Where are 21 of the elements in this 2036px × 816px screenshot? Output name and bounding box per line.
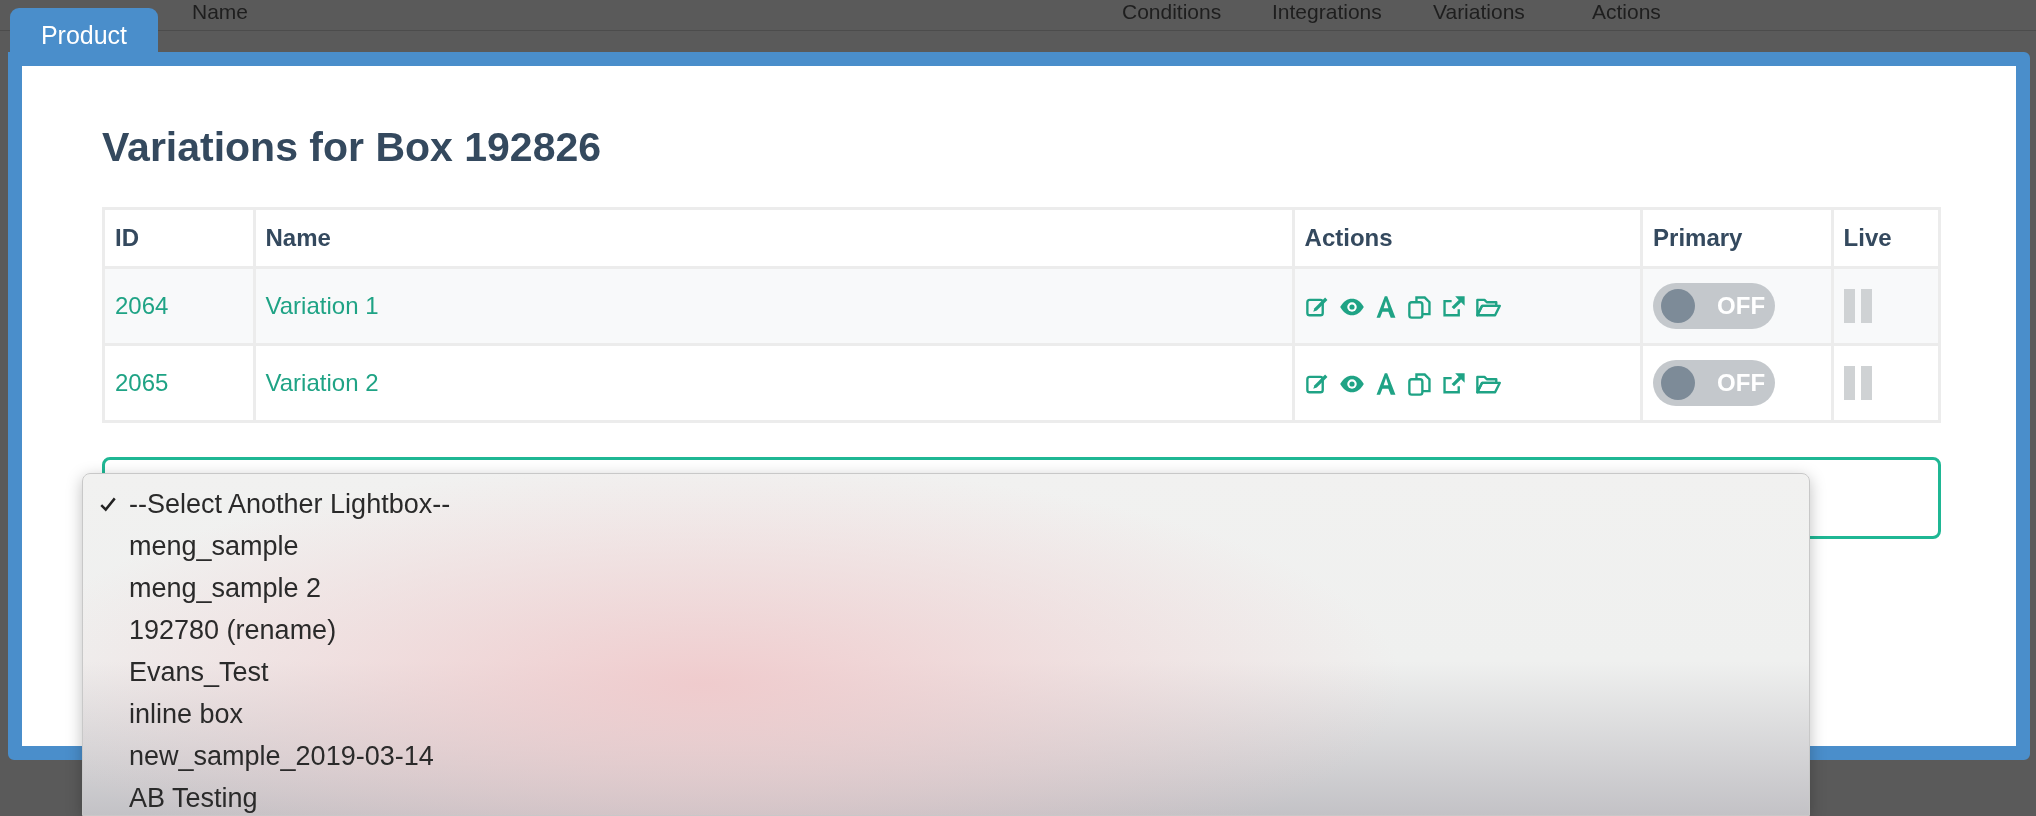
dropdown-option[interactable]: Evans_Test [83, 651, 1809, 693]
dropdown-option[interactable]: new_sample_2019-03-14 [83, 735, 1809, 777]
dropdown-option[interactable]: meng_sample 2 [83, 567, 1809, 609]
copy-icon[interactable] [1406, 371, 1433, 398]
check-icon [99, 495, 117, 513]
dropdown-option[interactable]: 192780 (rename) [83, 609, 1809, 651]
column-header: Integrations [1272, 0, 1382, 24]
dropdown-option[interactable]: inline box [83, 693, 1809, 735]
column-header: Name [192, 0, 249, 24]
column-header: Conditions [1122, 0, 1222, 24]
dropdown-option[interactable]: --Select Another Lightbox-- [83, 483, 1809, 525]
pause-icon[interactable] [1843, 366, 1872, 400]
modal-title: Variations for Box 192826 [102, 123, 603, 171]
column-header: Variations [1433, 0, 1525, 24]
dropdown-option[interactable]: AB Testing [83, 777, 1809, 816]
column-header: ID [103, 208, 255, 268]
dropdown-option[interactable]: meng_sample [83, 525, 1809, 567]
column-header: Actions [1592, 0, 1661, 24]
copy-icon[interactable] [1406, 294, 1433, 321]
column-header: Actions [1293, 208, 1642, 268]
column-header: Name [254, 208, 1294, 268]
